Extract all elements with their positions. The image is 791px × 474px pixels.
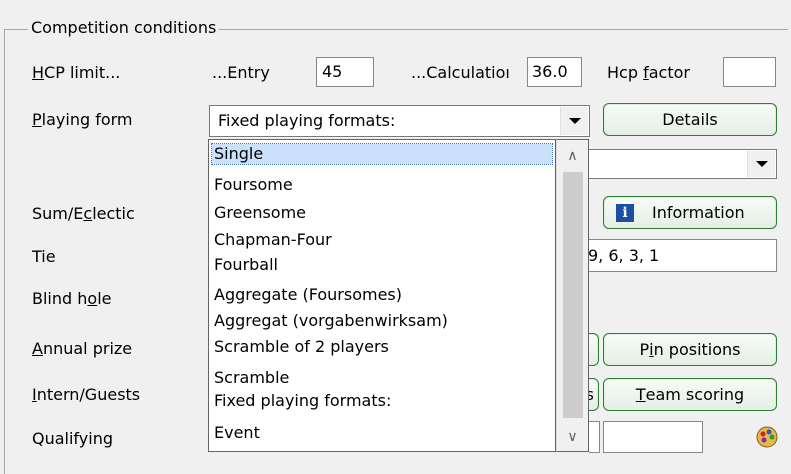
playing-form-label: Playing form bbox=[32, 110, 133, 129]
information-icon: i bbox=[616, 203, 634, 222]
chevron-down-icon[interactable]: ∨ bbox=[557, 423, 588, 451]
information-button[interactable]: i Information bbox=[603, 196, 777, 229]
list-item-foursome[interactable]: Foursome bbox=[214, 175, 293, 195]
qualifying-input-2[interactable] bbox=[603, 421, 703, 453]
group-title: Competition conditions bbox=[28, 18, 220, 38]
calculation-hcp-input[interactable]: 36.0 bbox=[527, 57, 582, 87]
playing-form-dropdown-list[interactable]: Single Foursome Greensome Chapman-Four F… bbox=[208, 139, 556, 452]
hcp-factor-input[interactable] bbox=[723, 57, 776, 87]
list-item-fixed-playing-formats[interactable]: Fixed playing formats: bbox=[214, 391, 391, 411]
chevron-down-icon[interactable] bbox=[560, 107, 588, 135]
list-item-single[interactable]: Single bbox=[211, 143, 553, 165]
team-scoring-button[interactable]: Team scoring bbox=[603, 378, 777, 411]
pin-positions-button[interactable]: Pin positions bbox=[603, 333, 777, 366]
list-item-event[interactable]: Event bbox=[214, 423, 260, 443]
annual-prize-label: Annual prize bbox=[32, 339, 133, 358]
sum-eclectic-label: Sum/Eclectic bbox=[32, 204, 135, 223]
list-item-aggregate-foursomes[interactable]: Aggregate (Foursomes) bbox=[214, 285, 402, 305]
chevron-down-icon[interactable] bbox=[747, 151, 775, 177]
list-item-scramble[interactable]: Scramble bbox=[214, 368, 289, 388]
chevron-up-icon[interactable]: ∧ bbox=[557, 142, 588, 170]
tie-label: Tie bbox=[32, 247, 56, 266]
qualifying-label: Qualifying bbox=[32, 429, 113, 448]
intern-guests-label: Intern/Guests bbox=[32, 385, 141, 404]
hcp-limit-label: HCP limit... bbox=[32, 63, 121, 82]
hcp-factor-label: Hcp factor bbox=[607, 63, 690, 82]
information-button-label: Information bbox=[652, 203, 745, 222]
dropdown-scrollbar[interactable]: ∧ ∨ bbox=[556, 139, 589, 452]
tie-points-input[interactable]: 9, 6, 3, 1 bbox=[582, 239, 777, 272]
list-item-greensome[interactable]: Greensome bbox=[214, 203, 306, 223]
playing-form-selected-value: Fixed playing formats: bbox=[218, 111, 396, 130]
playing-form-select[interactable]: Fixed playing formats: bbox=[209, 105, 590, 137]
list-item-aggregat-vorgabenwirksam[interactable]: Aggregat (vorgabenwirksam) bbox=[214, 311, 448, 331]
entry-hcp-input[interactable]: 45 bbox=[316, 57, 374, 87]
color-palette-icon[interactable] bbox=[755, 425, 779, 449]
scrollbar-thumb[interactable] bbox=[563, 172, 583, 418]
list-item-fourball[interactable]: Fourball bbox=[214, 255, 278, 275]
entry-label: ...Entry bbox=[212, 63, 270, 82]
qualifying-input-1[interactable] bbox=[589, 421, 600, 453]
list-item-chapman-four[interactable]: Chapman-Four bbox=[214, 230, 332, 250]
details-button[interactable]: Details bbox=[603, 103, 777, 136]
blind-hole-label: Blind hole bbox=[32, 289, 112, 308]
list-item-scramble-2-players[interactable]: Scramble of 2 players bbox=[214, 337, 389, 357]
calculation-label: ...Calculatioı bbox=[411, 63, 510, 82]
secondary-select[interactable] bbox=[580, 149, 777, 179]
